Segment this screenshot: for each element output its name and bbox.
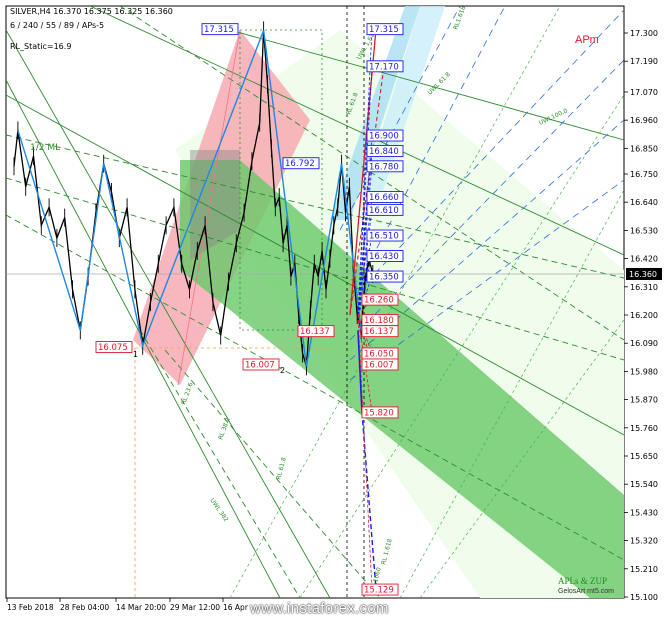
pivot-label: 2 <box>280 366 285 375</box>
y-tick-label: 16.750 <box>630 170 658 179</box>
subtitle-label: GelosArt mt5.com <box>558 588 615 595</box>
x-tick-label: 29 Mar 12:00 <box>170 603 220 612</box>
indicator-info: RL_Static=16.9 <box>10 42 72 51</box>
price-label-right: 16.840 <box>369 147 399 157</box>
price-label-right: 15.820 <box>364 408 394 418</box>
y-tick-label: 15.100 <box>630 593 658 602</box>
chart-window: 1/2 ML RL 23.6 RL 38.2 RL 61.8 UWL 382 UWL 61… <box>0 0 665 624</box>
y-tick-label: 17.300 <box>630 29 658 38</box>
price-label-left: 16.137 <box>300 327 330 337</box>
x-tick-label: 13 Feb 2018 <box>7 603 54 612</box>
y-tick-label: 16.090 <box>630 339 658 348</box>
price-label-right: 17.315 <box>369 25 399 35</box>
price-label-right: 16.900 <box>369 132 399 142</box>
y-tick-label: 15.980 <box>630 367 658 376</box>
y-tick-label: 16.640 <box>630 198 658 207</box>
price-label-right: 16.137 <box>364 327 394 337</box>
y-tick-label: 15.760 <box>630 424 658 433</box>
y-tick-label: 15.430 <box>630 508 658 517</box>
y-tick-label: 15.540 <box>630 480 658 489</box>
y-tick-label: 15.870 <box>630 396 658 405</box>
y-tick-label: 17.070 <box>630 88 658 97</box>
price-label-right: 16.610 <box>369 206 399 216</box>
y-tick-label: 15.650 <box>630 452 658 461</box>
price-label-right: 16.007 <box>364 360 394 370</box>
price-label-left: 16.792 <box>285 159 315 169</box>
price-label-right: 16.660 <box>369 193 399 203</box>
y-tick-label: 15.210 <box>630 565 658 574</box>
price-chart[interactable]: 1/2 MLRL 23.6RL 38.2RL 61.8UWL 382UWL 61… <box>0 0 665 624</box>
current-price-label: 16.360 <box>629 270 657 279</box>
x-tick-label: 28 Feb 04:00 <box>60 603 109 612</box>
price-label-right: 16.780 <box>369 162 399 172</box>
watermark: www.instaforex.com <box>250 600 389 617</box>
price-label-left: 16.007 <box>245 360 275 370</box>
x-tick-label: 16 Apr <box>223 603 249 612</box>
price-label-right: 16.350 <box>369 273 399 283</box>
y-tick-label: 16.850 <box>630 144 658 153</box>
price-label-left: 17.315 <box>204 25 234 35</box>
price-label-right: 16.510 <box>369 232 399 242</box>
price-label-right: 16.050 <box>364 349 394 359</box>
symbol-info: SILVER,H4 16.370 16.375 16.325 16.360 <box>10 7 173 16</box>
y-tick-label: 16.310 <box>630 283 658 292</box>
price-label-left: 16.075 <box>98 343 128 353</box>
price-label-right: 16.260 <box>364 296 394 306</box>
params-info: 6 / 240 / 55 / 89 / APs-5 <box>10 21 105 30</box>
line-label: 1/2 ML <box>30 143 60 153</box>
price-label-right: 17.170 <box>369 62 399 72</box>
x-tick-label: 14 Mar 20:00 <box>116 603 166 612</box>
y-tick-label: 15.320 <box>630 537 658 546</box>
price-label-right: 16.430 <box>369 252 399 262</box>
y-tick-label: 16.420 <box>630 255 658 264</box>
y-tick-label: 16.530 <box>630 226 658 235</box>
price-label-right: 15.129 <box>364 586 394 596</box>
ruler-label: APLs & ZUP <box>558 576 608 586</box>
y-tick-label: 16.200 <box>630 311 658 320</box>
price-label-right: 16.180 <box>364 316 394 326</box>
y-tick-label: 17.190 <box>630 57 658 66</box>
apm-label: APm <box>575 34 599 46</box>
pivot-label: 1 <box>133 350 138 359</box>
y-tick-label: 16.960 <box>630 116 658 125</box>
